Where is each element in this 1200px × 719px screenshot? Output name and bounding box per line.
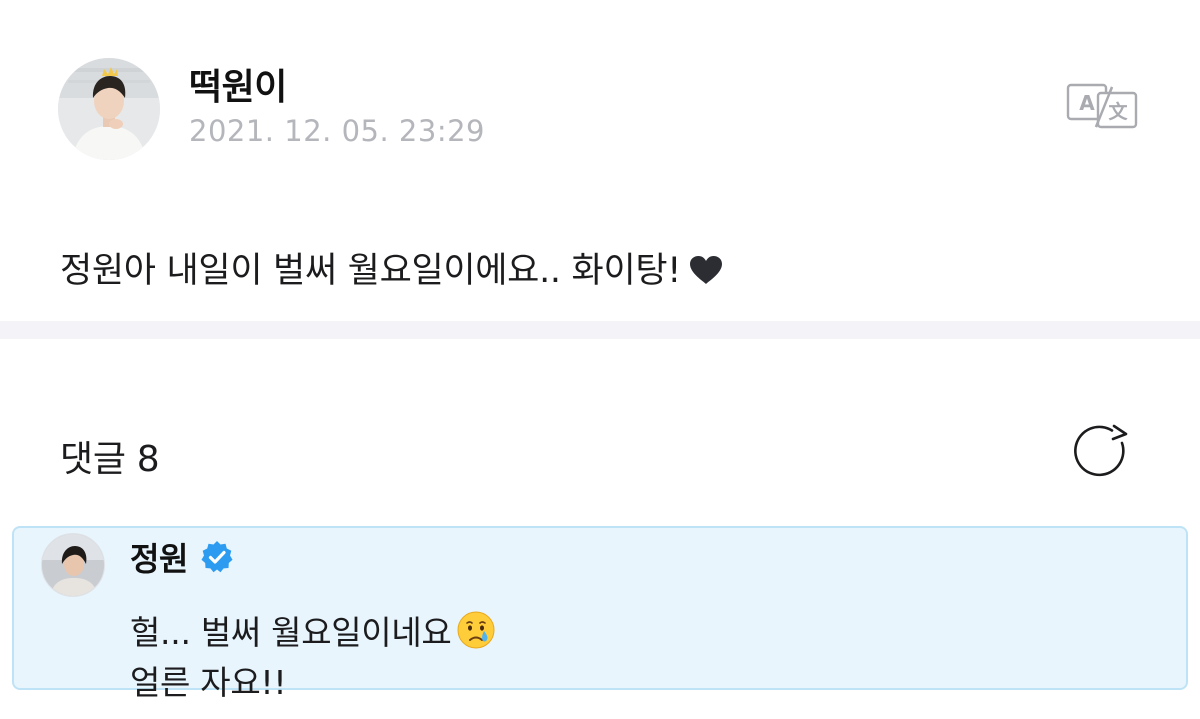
author-name[interactable]: 떡원이 [189, 58, 287, 110]
post-timestamp: 2021. 12. 05. 23:29 [189, 114, 485, 148]
svg-text:文: 文 [1108, 100, 1128, 123]
refresh-button[interactable] [1073, 422, 1133, 482]
heart-icon [689, 254, 723, 294]
comments-header: 댓글 8 [60, 430, 160, 482]
crying-face-emoji [456, 610, 496, 658]
section-divider [0, 321, 1200, 339]
comment-text-1: 헐... 벌써 월요일이네요 [130, 613, 452, 652]
post-body: 정원아 내일이 벌써 월요일이에요.. 화이탕! [60, 242, 723, 294]
verified-badge-icon [201, 541, 233, 573]
refresh-icon [1074, 424, 1128, 477]
comment-text-line-2: 얼른 자요!! [130, 663, 287, 702]
post-detail-screen: 떡원이 2021. 12. 05. 23:29 A 文 정원아 내일이 벌써 월… [0, 0, 1200, 719]
author-avatar[interactable] [58, 58, 160, 160]
commenter-name[interactable]: 정원 [130, 534, 188, 580]
comments-label: 댓글 [60, 439, 126, 480]
comments-count: 8 [136, 439, 160, 480]
commenter-row: 정원 [130, 534, 234, 580]
translate-icon: A 文 [1066, 83, 1138, 129]
commenter-avatar[interactable] [41, 533, 105, 597]
comment-text-line-1: 헐... 벌써 월요일이네요 [130, 606, 496, 658]
highlighted-comment[interactable]: 정원 헐... 벌써 월요일이네요 얼른 자요!! [12, 526, 1188, 702]
svg-text:A: A [1079, 91, 1095, 115]
post-header: 떡원이 2021. 12. 05. 23:29 A 文 [0, 0, 1200, 190]
post-body-text: 정원아 내일이 벌써 월요일이에요.. 화이탕! [60, 251, 681, 291]
translate-button[interactable]: A 文 [1066, 83, 1138, 129]
